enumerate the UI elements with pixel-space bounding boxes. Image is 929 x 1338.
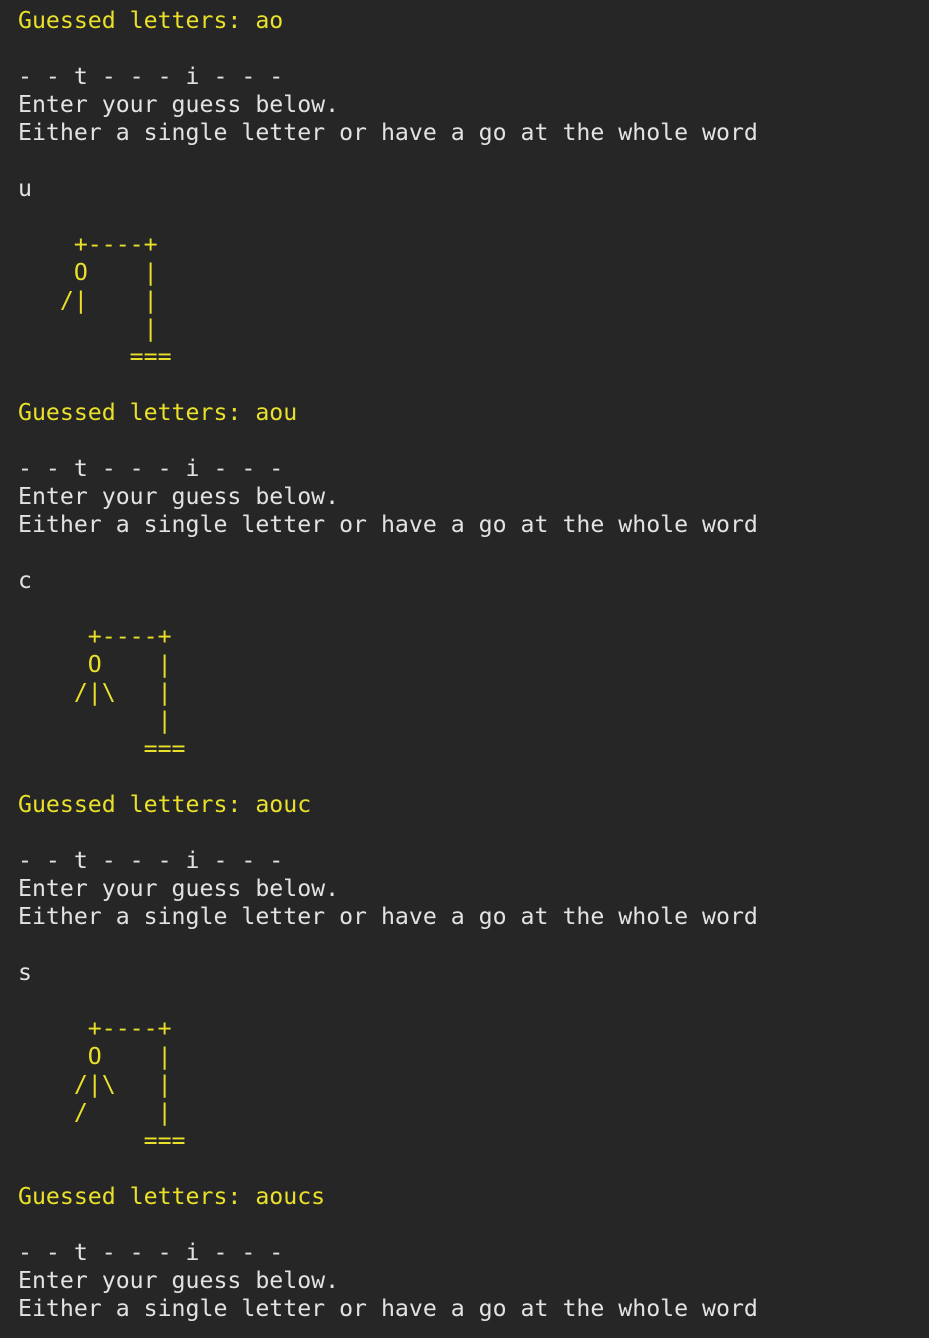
terminal-line: /| | bbox=[18, 287, 158, 314]
terminal-line: Guessed letters: aou bbox=[18, 399, 298, 426]
terminal-line: +----+ bbox=[18, 231, 158, 258]
terminal-line: /|\ | bbox=[18, 1071, 172, 1098]
terminal-line: s bbox=[18, 959, 32, 986]
terminal-line: Enter your guess below. bbox=[18, 1267, 340, 1294]
terminal-line: O | bbox=[18, 1043, 172, 1070]
terminal-line: | bbox=[18, 707, 172, 734]
terminal-line: | bbox=[18, 315, 158, 342]
terminal-line: Either a single letter or have a go at t… bbox=[18, 511, 758, 538]
terminal-line: Guessed letters: aouc bbox=[18, 791, 312, 818]
terminal-line: - - t - - - i - - - bbox=[18, 847, 284, 874]
terminal-output: Guessed letters: ao - - t - - - i - - - En… bbox=[18, 7, 918, 1323]
terminal-line: Enter your guess below. bbox=[18, 483, 340, 510]
terminal-line: Either a single letter or have a go at t… bbox=[18, 1295, 758, 1322]
terminal-line: Guessed letters: ao bbox=[18, 7, 284, 34]
terminal-line: === bbox=[18, 735, 186, 762]
terminal-line: /|\ | bbox=[18, 679, 172, 706]
terminal-line: O | bbox=[18, 651, 172, 678]
terminal-line: === bbox=[18, 1127, 186, 1154]
terminal-line: Guessed letters: aoucs bbox=[18, 1183, 326, 1210]
terminal-line: Enter your guess below. bbox=[18, 875, 340, 902]
terminal-line: - - t - - - i - - - bbox=[18, 1239, 284, 1266]
terminal-line: Either a single letter or have a go at t… bbox=[18, 119, 758, 146]
terminal-line: === bbox=[18, 343, 172, 370]
terminal-line: - - t - - - i - - - bbox=[18, 455, 284, 482]
terminal-line: u bbox=[18, 175, 32, 202]
terminal-line: +----+ bbox=[18, 623, 172, 650]
terminal-line: - - t - - - i - - - bbox=[18, 63, 284, 90]
terminal-line: Either a single letter or have a go at t… bbox=[18, 903, 758, 930]
terminal-line: O | bbox=[18, 259, 158, 286]
terminal-line: c bbox=[18, 567, 32, 594]
terminal-line: Enter your guess below. bbox=[18, 91, 340, 118]
terminal-line: / | bbox=[18, 1099, 172, 1126]
terminal-line: +----+ bbox=[18, 1015, 172, 1042]
